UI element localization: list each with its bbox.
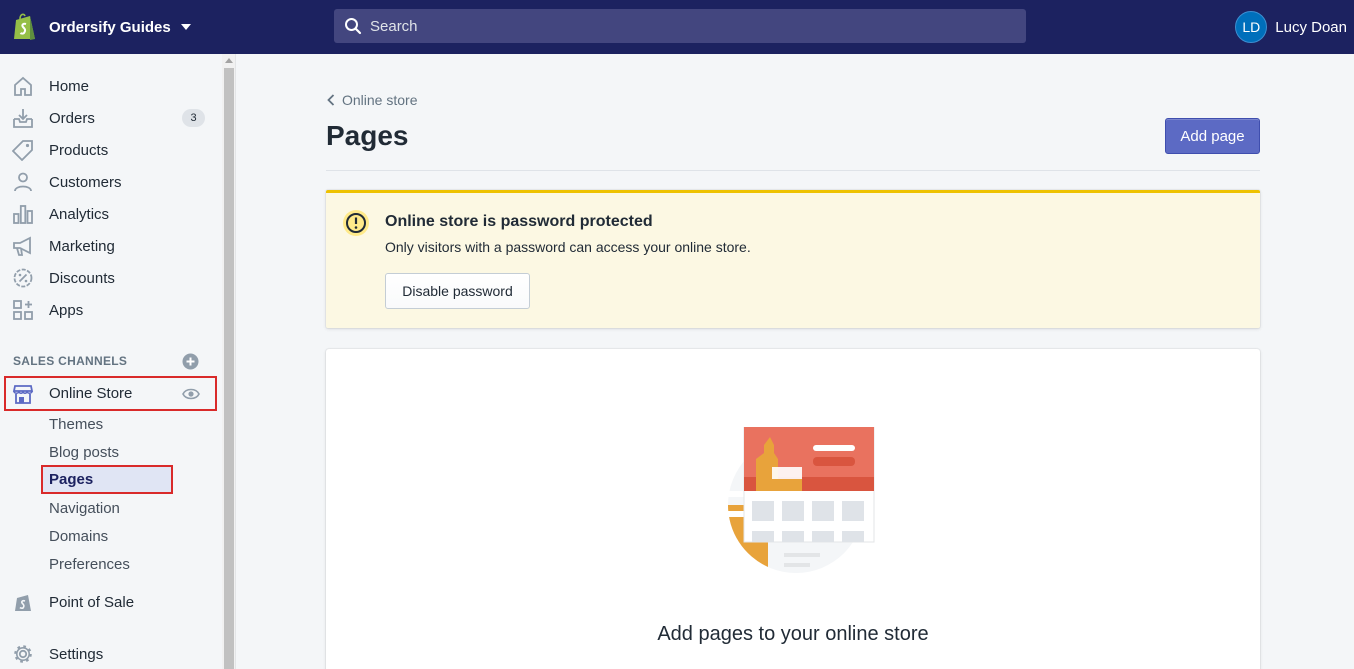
tag-icon	[12, 140, 33, 161]
scroll-up-arrow-icon[interactable]	[225, 58, 233, 63]
caret-down-icon	[180, 24, 191, 30]
banner-title: Online store is password protected	[385, 213, 653, 230]
bar-chart-icon	[13, 205, 33, 224]
divider	[326, 170, 1260, 171]
warning-icon	[343, 210, 369, 236]
person-icon	[14, 172, 32, 192]
main-content: Online store Pages Add page Online store…	[237, 54, 1354, 669]
sidebar-item-label: Discounts	[49, 269, 115, 287]
eye-icon[interactable]	[182, 387, 200, 401]
discount-icon	[13, 268, 33, 288]
sales-channels-title: SALES CHANNELS	[13, 354, 128, 368]
apps-icon	[13, 300, 33, 320]
password-warning-banner: Online store is password protected Only …	[326, 190, 1260, 328]
sidebar-subitem-pages[interactable]: Pages	[41, 465, 173, 494]
point-of-sale-label: Point of Sale	[49, 593, 135, 611]
empty-state-card: Add pages to your online store	[326, 349, 1260, 669]
store-name: Ordersify Guides	[49, 18, 171, 36]
chevron-left-icon	[327, 94, 335, 106]
sidebar-item-label: Analytics	[49, 205, 110, 223]
sidebar-scrollbar[interactable]	[222, 54, 236, 669]
pages-illustration-icon	[722, 427, 875, 573]
avatar: LD	[1235, 11, 1268, 43]
sidebar-item-marketing[interactable]: Marketing	[0, 230, 222, 262]
empty-state-title: Add pages to your online store	[657, 623, 929, 645]
main-scrollbar[interactable]	[1350, 54, 1354, 669]
sidebar-item-analytics[interactable]: Analytics	[0, 198, 222, 230]
sidebar-item-label: Customers	[49, 173, 122, 191]
settings-label: Settings	[49, 645, 104, 663]
sidebar: Home Orders 3 Products Customers Analyti…	[0, 54, 222, 669]
sidebar-subitem-pages-label: Pages	[49, 471, 94, 488]
sidebar-subitem-themes[interactable]: Themes	[49, 416, 103, 433]
add-page-button[interactable]: Add page	[1165, 118, 1260, 154]
online-store-label: Online Store	[49, 385, 133, 402]
store-switcher[interactable]: Ordersify Guides	[12, 12, 334, 42]
sidebar-subitem-navigation[interactable]: Navigation	[49, 500, 120, 517]
sidebar-item-label: Home	[49, 77, 90, 95]
page-title: Pages	[326, 120, 409, 151]
sidebar-item-orders[interactable]: Orders 3	[0, 102, 222, 134]
sidebar-item-products[interactable]: Products	[0, 134, 222, 166]
sidebar-item-discounts[interactable]: Discounts	[0, 262, 222, 294]
sidebar-subitem-preferences[interactable]: Preferences	[49, 556, 130, 573]
banner-text: Only visitors with a password can access…	[385, 239, 751, 255]
sidebar-subitem-blog-posts[interactable]: Blog posts	[49, 444, 119, 461]
sidebar-subitem-domains[interactable]: Domains	[49, 528, 108, 545]
search-bar[interactable]: Search	[334, 9, 1026, 43]
sidebar-item-apps[interactable]: Apps	[0, 294, 222, 326]
search-icon	[345, 18, 362, 35]
sidebar-item-label: Orders	[49, 109, 95, 127]
user-menu[interactable]: LD Lucy Doan	[1235, 11, 1347, 43]
sidebar-item-settings[interactable]: Settings	[0, 638, 222, 669]
store-icon	[12, 385, 34, 404]
breadcrumb[interactable]: Online store	[327, 92, 417, 108]
breadcrumb-label: Online store	[342, 92, 418, 108]
scrollbar-thumb[interactable]	[224, 68, 234, 669]
sidebar-item-label: Apps	[49, 301, 84, 319]
top-bar: Ordersify Guides Search LD Lucy Doan	[0, 0, 1354, 54]
megaphone-icon	[13, 236, 31, 256]
shopify-logo-icon	[14, 13, 35, 40]
sidebar-item-home[interactable]: Home	[0, 70, 222, 102]
gear-icon	[14, 645, 32, 663]
sidebar-item-label: Products	[49, 141, 109, 159]
sidebar-item-customers[interactable]: Customers	[0, 166, 222, 198]
disable-password-button[interactable]: Disable password	[385, 273, 530, 309]
search-input[interactable]: Search	[370, 18, 418, 35]
sidebar-item-point-of-sale[interactable]: Point of Sale	[0, 586, 222, 618]
add-channel-icon[interactable]	[182, 353, 199, 370]
user-name: Lucy Doan	[1275, 18, 1347, 36]
orders-icon	[13, 109, 33, 128]
pos-icon	[15, 595, 31, 611]
orders-count-badge: 3	[182, 109, 205, 127]
sidebar-item-label: Marketing	[49, 237, 115, 255]
home-icon	[14, 76, 32, 96]
